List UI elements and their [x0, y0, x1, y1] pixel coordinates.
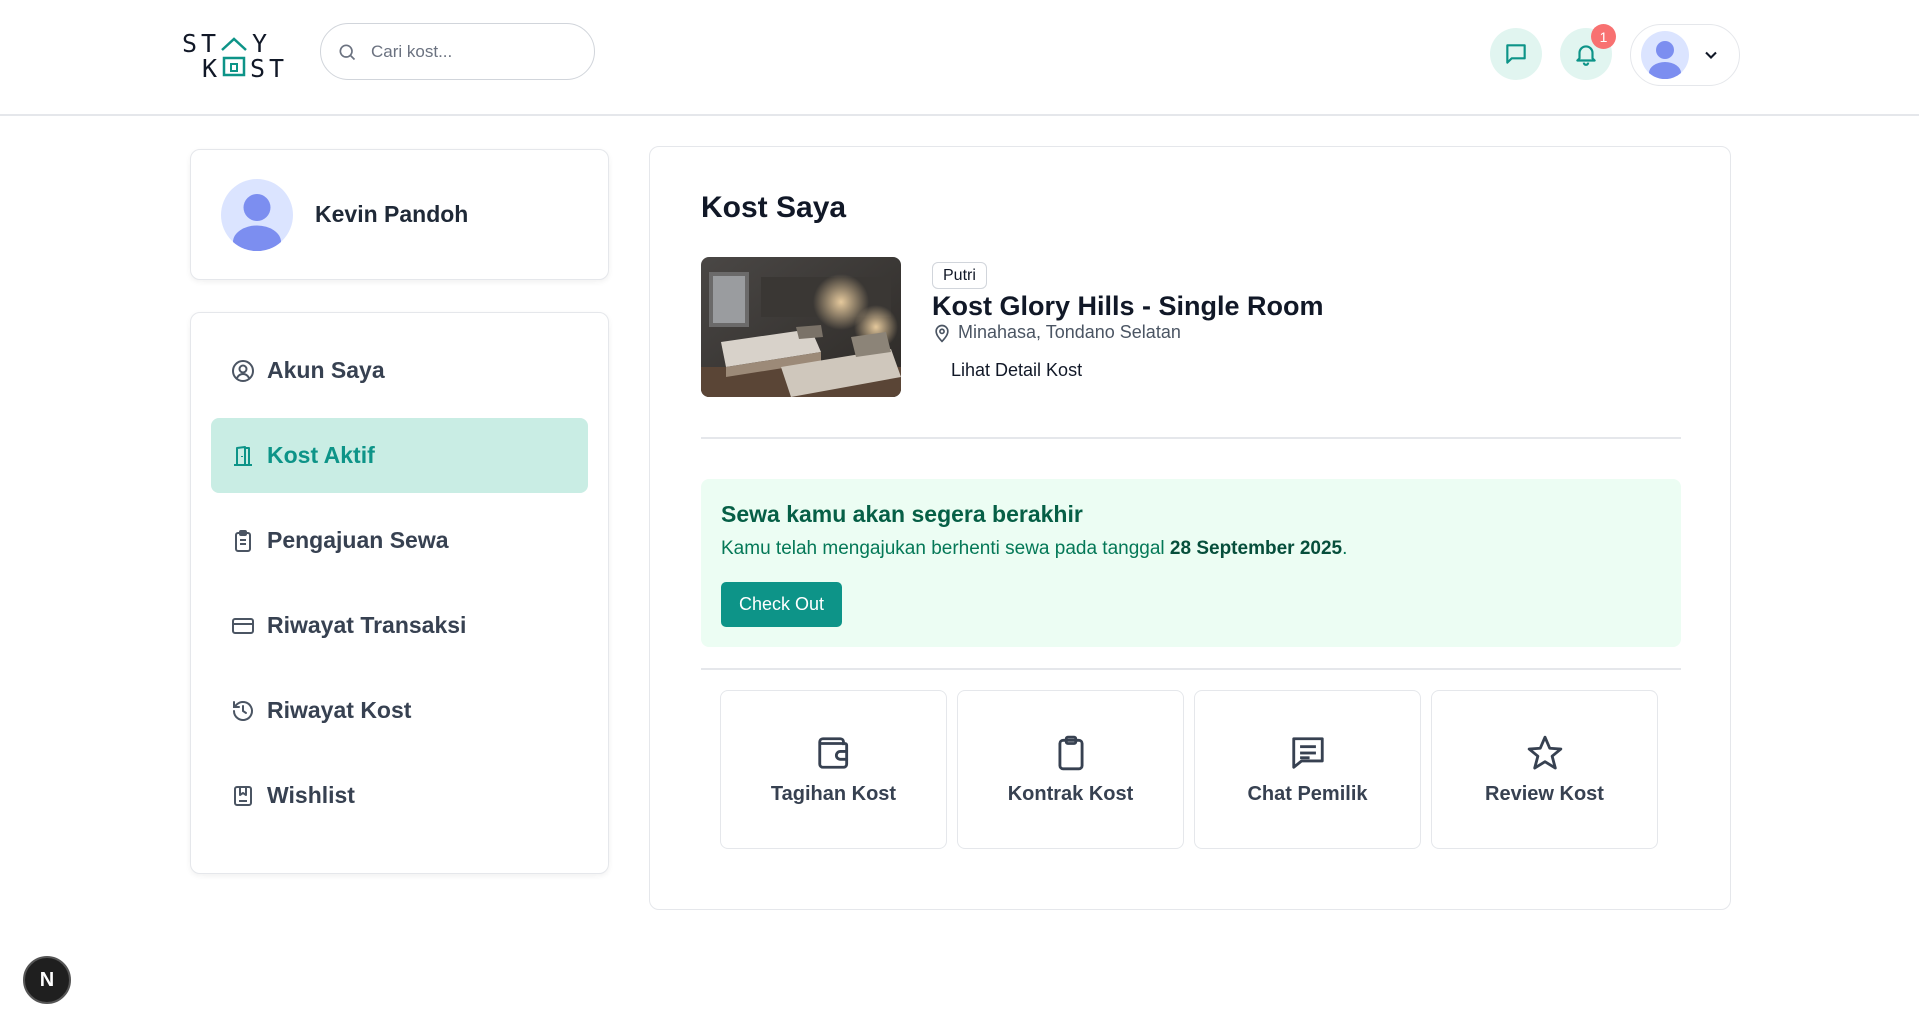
- sidebar-item-pengajuan-sewa[interactable]: Pengajuan Sewa: [211, 503, 588, 578]
- message-square-icon: [1506, 44, 1526, 64]
- kost-photo[interactable]: [701, 257, 901, 397]
- action-label: Kontrak Kost: [1007, 783, 1134, 805]
- review-kost-button[interactable]: Review Kost: [1431, 690, 1658, 849]
- sidebar-item-kost-aktif[interactable]: Kost Aktif: [211, 418, 588, 493]
- tagihan-kost-button[interactable]: Tagihan Kost: [720, 690, 947, 849]
- profile-card: Kevin Pandoh: [190, 149, 609, 280]
- avatar: [1641, 31, 1689, 79]
- end-date: 28 September 2025: [1169, 538, 1343, 559]
- sidebar-item-riwayat-transaksi[interactable]: Riwayat Transaksi: [211, 588, 588, 663]
- search-bar[interactable]: [320, 23, 595, 80]
- history-icon: [231, 699, 255, 723]
- search-input[interactable]: [371, 41, 571, 62]
- main-panel: Kost Saya Putri Kost Glory Hills - Singl…: [649, 146, 1731, 910]
- gender-tag: Putri: [932, 262, 987, 289]
- user-circle-icon: [231, 359, 255, 383]
- wallet-icon: [814, 733, 854, 773]
- clipboard-icon: [1051, 733, 1091, 773]
- sidebar-item-label: Riwayat Kost: [267, 697, 412, 723]
- kost-name: Kost Glory Hills - Single Room: [932, 291, 1324, 321]
- avatar: [221, 178, 293, 251]
- door-icon: [231, 444, 255, 468]
- sidebar-item-riwayat-kost[interactable]: Riwayat Kost: [211, 673, 588, 748]
- bookmark-icon: [231, 784, 255, 808]
- svg-text:ST: ST: [250, 54, 288, 80]
- sidebar-item-wishlist[interactable]: Wishlist: [211, 758, 588, 833]
- action-label: Tagihan Kost: [770, 783, 897, 805]
- star-icon: [1525, 733, 1565, 773]
- page-title: Kost Saya: [701, 191, 847, 224]
- alert-title: Sewa kamu akan segera berakhir: [721, 501, 1083, 527]
- notifications-button[interactable]: 1: [1560, 24, 1616, 80]
- svg-text:K: K: [202, 54, 217, 80]
- search-icon: [339, 44, 356, 60]
- chat-pemilik-button[interactable]: Chat Pemilik: [1194, 690, 1421, 849]
- profile-name: Kevin Pandoh: [315, 201, 469, 227]
- message-icon: [1288, 733, 1328, 773]
- sidebar-menu: Akun Saya Kost Aktif Pengajuan Sewa Riwa…: [190, 312, 609, 874]
- lease-ending-alert: Sewa kamu akan segera berakhir Kamu tela…: [701, 479, 1681, 647]
- notification-badge: 1: [1591, 24, 1616, 49]
- sidebar-item-label: Kost Aktif: [267, 442, 375, 468]
- top-header: ST Y K ST 1: [0, 0, 1919, 116]
- sidebar-item-label: Wishlist: [267, 782, 355, 808]
- staykost-logo[interactable]: ST Y K ST: [180, 29, 300, 83]
- sidebar-item-label: Akun Saya: [267, 357, 385, 383]
- user-menu-button[interactable]: [1630, 24, 1740, 86]
- kost-location-text: Minahasa, Tondano Selatan: [958, 322, 1181, 342]
- check-out-button[interactable]: Check Out: [721, 582, 842, 627]
- dev-tools-badge[interactable]: N: [23, 956, 71, 1004]
- detail-kost-link[interactable]: Lihat Detail Kost: [951, 360, 1082, 381]
- action-label: Review Kost: [1485, 783, 1604, 805]
- sidebar-item-label: Pengajuan Sewa: [267, 527, 449, 553]
- sidebar-item-akun-saya[interactable]: Akun Saya: [211, 333, 588, 408]
- kontrak-kost-button[interactable]: Kontrak Kost: [957, 690, 1184, 849]
- credit-card-icon: [231, 614, 255, 638]
- divider: [701, 668, 1681, 670]
- chevron-down-icon: [1705, 51, 1717, 59]
- map-pin-icon: [935, 324, 949, 342]
- action-label: Chat Pemilik: [1247, 783, 1368, 805]
- kost-location: Minahasa, Tondano Selatan: [932, 322, 1181, 343]
- alert-text: Kamu telah mengajukan berhenti sewa pada…: [721, 538, 1348, 559]
- messages-button[interactable]: [1490, 28, 1542, 80]
- sidebar-item-label: Riwayat Transaksi: [267, 612, 467, 638]
- divider: [701, 437, 1681, 439]
- clipboard-list-icon: [231, 529, 255, 553]
